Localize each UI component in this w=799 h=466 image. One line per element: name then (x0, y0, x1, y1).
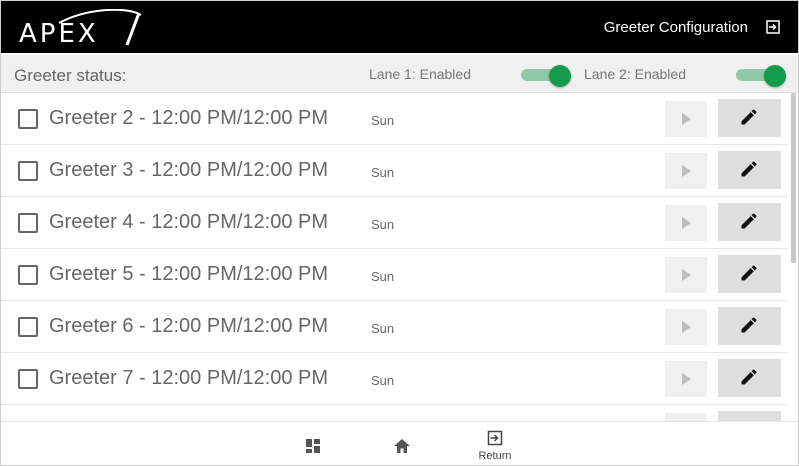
edit-button[interactable] (718, 151, 781, 189)
page-title: Greeter Configuration (603, 19, 748, 36)
greeter-status-label: Greeter status: (14, 66, 127, 85)
footer-nav: Return (1, 421, 798, 465)
play-icon (682, 373, 691, 385)
play-icon (682, 113, 691, 125)
greeter-checkbox[interactable] (18, 317, 38, 337)
apps-button[interactable] (293, 428, 333, 464)
app-frame: APEX Greeter Configuration Greeter statu… (0, 0, 799, 466)
play-button[interactable] (665, 257, 707, 293)
greeter-checkbox[interactable] (18, 213, 38, 233)
greeter-row: Greeter 6 - 12:00 PM/12:00 PM Sun (1, 301, 788, 353)
pencil-icon (741, 109, 757, 125)
play-button[interactable] (665, 205, 707, 241)
greeter-row: Greeter 5 - 12:00 PM/12:00 PM Sun (1, 249, 788, 301)
pencil-icon (741, 161, 757, 177)
greeter-day: Sun (371, 165, 395, 180)
greeter-row: Greeter 4 - 12:00 PM/12:00 PM Sun (1, 197, 788, 249)
greeter-name: Greeter 4 - 12:00 PM/12:00 PM (49, 211, 329, 233)
greeter-day: Sun (371, 321, 395, 336)
play-button[interactable] (665, 153, 707, 189)
play-icon (682, 165, 691, 177)
greeter-checkbox[interactable] (18, 109, 38, 129)
play-button[interactable] (665, 361, 707, 397)
greeter-name: Greeter 5 - 12:00 PM/12:00 PM (49, 263, 329, 285)
edit-button[interactable] (718, 99, 781, 137)
pencil-icon (741, 317, 757, 333)
play-icon (682, 217, 691, 229)
greeter-name: Greeter 3 - 12:00 PM/12:00 PM (49, 159, 329, 181)
greeter-row: Greeter 7 - 12:00 PM/12:00 PM Sun (1, 353, 788, 405)
edit-button[interactable] (718, 307, 781, 345)
pencil-icon (741, 265, 757, 281)
apex-logo: APEX (19, 9, 149, 49)
play-icon (682, 269, 691, 281)
lane1-toggle-knob (549, 65, 571, 87)
list-scrollbar[interactable] (791, 93, 796, 263)
greeter-day: Sun (371, 373, 395, 388)
greeter-status-bar: Greeter status: Lane 1: Enabled Lane 2: … (1, 55, 798, 93)
home-icon (394, 439, 410, 453)
greeter-checkbox[interactable] (18, 369, 38, 389)
pencil-icon (741, 369, 757, 385)
play-button[interactable] (665, 101, 707, 137)
edit-button[interactable] (718, 255, 781, 293)
play-icon (682, 321, 691, 333)
greeter-row-partial (1, 405, 788, 421)
play-button[interactable] (665, 309, 707, 345)
greeter-day: Sun (371, 113, 395, 128)
header-bar: APEX Greeter Configuration (1, 1, 798, 53)
return-icon (487, 430, 503, 446)
edit-button[interactable] (718, 203, 781, 241)
greeter-day: Sun (371, 269, 395, 284)
greeter-checkbox[interactable] (18, 265, 38, 285)
play-button[interactable] (665, 413, 707, 421)
greeter-list: Greeter 2 - 12:00 PM/12:00 PM Sun Greete… (1, 93, 798, 421)
greeter-name: Greeter 7 - 12:00 PM/12:00 PM (49, 367, 329, 389)
edit-button[interactable] (718, 359, 781, 397)
greeter-day: Sun (371, 217, 395, 232)
logo-text: APEX (19, 19, 99, 49)
greeter-row: Greeter 3 - 12:00 PM/12:00 PM Sun (1, 145, 788, 197)
logout-icon[interactable] (766, 20, 780, 34)
lane1-toggle[interactable] (521, 65, 573, 87)
return-button[interactable]: Return (475, 428, 515, 464)
return-label: Return (478, 450, 512, 462)
pencil-icon (741, 213, 757, 229)
lane2-status-label: Lane 2: Enabled (584, 66, 686, 82)
greeter-name: Greeter 2 - 12:00 PM/12:00 PM (49, 107, 329, 129)
greeter-checkbox[interactable] (18, 161, 38, 181)
edit-button[interactable] (718, 411, 781, 421)
apps-grid-icon (306, 439, 320, 453)
lane1-status-label: Lane 1: Enabled (369, 66, 471, 82)
lane2-toggle[interactable] (736, 65, 788, 87)
greeter-name: Greeter 6 - 12:00 PM/12:00 PM (49, 315, 329, 337)
home-button[interactable] (382, 428, 422, 464)
greeter-row: Greeter 2 - 12:00 PM/12:00 PM Sun (1, 93, 788, 145)
lane2-toggle-knob (764, 65, 786, 87)
